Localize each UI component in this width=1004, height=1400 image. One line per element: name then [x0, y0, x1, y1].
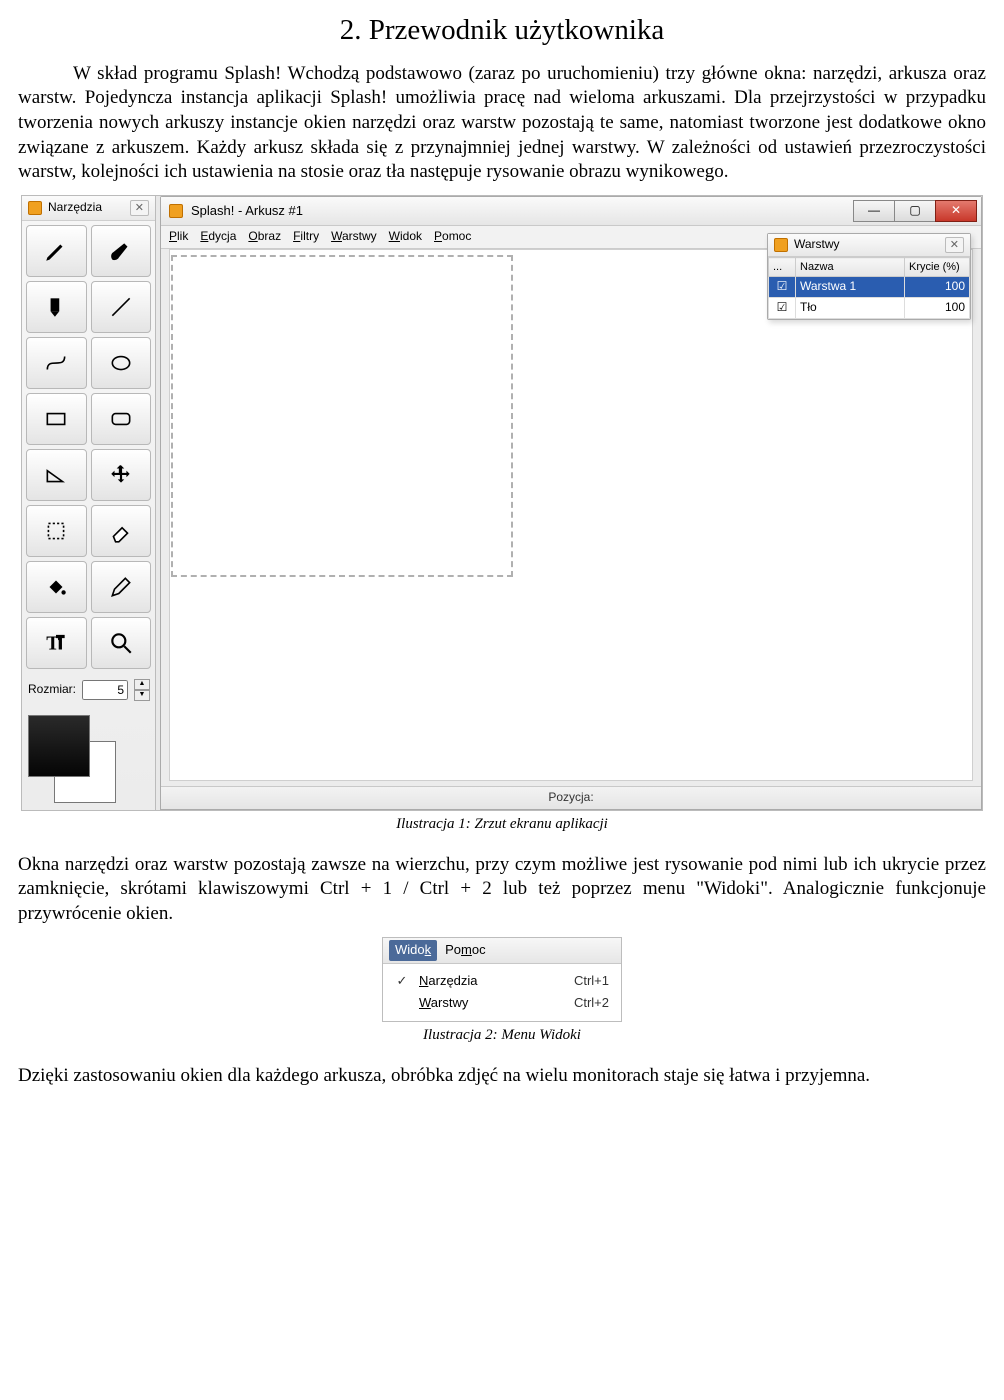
- main-window-title: Splash! - Arkusz #1: [191, 203, 303, 220]
- menu-item-label: Narzędzia: [419, 973, 564, 990]
- size-label: Rozmiar:: [28, 682, 76, 698]
- move-tool[interactable]: [91, 449, 152, 501]
- window-maximize-button[interactable]: ▢: [894, 200, 936, 222]
- paragraph-2: Okna narzędzi oraz warstw pozostają zaws…: [18, 853, 986, 927]
- page-title: 2. Przewodnik użytkownika: [18, 12, 986, 50]
- intro-paragraph: W skład programu Splash! Wchodzą podstaw…: [18, 62, 986, 185]
- layers-panel-close[interactable]: ✕: [945, 237, 964, 253]
- menu-filtry[interactable]: Filtry: [293, 229, 319, 245]
- bucket-tool[interactable]: [26, 561, 87, 613]
- select-tool[interactable]: [26, 505, 87, 557]
- layers-panel: Warstwy ✕ ... Nazwa Krycie (%) ☑Warstwa …: [767, 233, 971, 319]
- polygon-tool[interactable]: [26, 449, 87, 501]
- layer-name: Warstwa 1: [796, 277, 905, 298]
- layers-panel-icon: [774, 238, 788, 252]
- layer-row[interactable]: ☑Tło100: [769, 298, 970, 319]
- layer-opacity: 100: [905, 298, 970, 319]
- picker-tool[interactable]: [91, 561, 152, 613]
- text-tool[interactable]: T: [26, 617, 87, 669]
- layer-row[interactable]: ☑Warstwa 1100: [769, 277, 970, 298]
- layer-visible-checkbox[interactable]: ☑: [769, 277, 796, 298]
- menu-obraz[interactable]: Obraz: [248, 229, 281, 245]
- view-menu-screenshot: Widok Pomoc ✓ Narzędzia Ctrl+1 Warstwy Ctrl+…: [382, 937, 622, 1023]
- menu-pomoc[interactable]: Pomoc: [434, 229, 471, 245]
- menu-widok[interactable]: Widok: [389, 940, 437, 961]
- menu-plik[interactable]: Plik: [169, 229, 188, 245]
- menu-warstwy[interactable]: Warstwy: [331, 229, 377, 245]
- size-input[interactable]: [82, 680, 128, 700]
- menu-widok[interactable]: Widok: [389, 229, 422, 245]
- layer-opacity: 100: [905, 277, 970, 298]
- menu-edycja[interactable]: Edycja: [200, 229, 236, 245]
- layers-panel-title: Warstwy: [794, 237, 840, 253]
- fill-tool[interactable]: [26, 281, 87, 333]
- window-close-button[interactable]: ✕: [935, 200, 977, 222]
- curve-tool[interactable]: [26, 337, 87, 389]
- layers-table: ... Nazwa Krycie (%) ☑Warstwa 1100☑Tło10…: [768, 257, 970, 318]
- layers-col-visible[interactable]: ...: [769, 258, 796, 277]
- tools-palette-title: Narzędzia: [48, 200, 102, 216]
- color-swatches: [28, 715, 118, 805]
- main-window: Splash! - Arkusz #1 — ▢ ✕ Plik Edycja Obra…: [160, 196, 982, 810]
- tools-palette-icon: [28, 201, 42, 215]
- view-menu-header: Widok Pomoc: [383, 938, 621, 964]
- canvas-selection[interactable]: [171, 255, 513, 577]
- layer-name: Tło: [796, 298, 905, 319]
- app-screenshot: Narzędzia ✕ T Rozmiar: ▲ ▼ Splash! - Ark…: [21, 195, 983, 811]
- layers-col-name[interactable]: Nazwa: [796, 258, 905, 277]
- menu-item-shortcut: Ctrl+2: [574, 995, 609, 1012]
- main-window-icon: [169, 204, 183, 218]
- tools-palette-close[interactable]: ✕: [130, 200, 149, 216]
- menu-item-shortcut: Ctrl+1: [574, 973, 609, 990]
- layer-visible-checkbox[interactable]: ☑: [769, 298, 796, 319]
- main-window-titlebar: Splash! - Arkusz #1 — ▢ ✕: [161, 197, 981, 226]
- view-menu-item[interactable]: Warstwy Ctrl+2: [383, 992, 621, 1015]
- layers-col-opacity[interactable]: Krycie (%): [905, 258, 970, 277]
- window-minimize-button[interactable]: —: [853, 200, 895, 222]
- foreground-color-swatch[interactable]: [28, 715, 90, 777]
- eraser-tool[interactable]: [91, 505, 152, 557]
- tools-palette: Narzędzia ✕ T Rozmiar: ▲ ▼: [22, 196, 156, 810]
- pencil-tool[interactable]: [26, 225, 87, 277]
- statusbar-position-label: Pozycja:: [548, 790, 593, 806]
- ellipse-tool[interactable]: [91, 337, 152, 389]
- view-menu-item[interactable]: ✓ Narzędzia Ctrl+1: [383, 970, 621, 993]
- statusbar: Pozycja:: [161, 786, 981, 809]
- figure-2-caption: Ilustracja 2: Menu Widoki: [18, 1026, 986, 1046]
- figure-1-caption: Ilustracja 1: Zrzut ekranu aplikacji: [18, 815, 986, 835]
- rectangle-tool[interactable]: [26, 393, 87, 445]
- menu-check-icon: ✓: [395, 973, 409, 990]
- rounded-rect-tool[interactable]: [91, 393, 152, 445]
- brush-tool[interactable]: [91, 225, 152, 277]
- menu-pomoc[interactable]: Pomoc: [445, 942, 485, 959]
- menu-item-label: Warstwy: [419, 995, 564, 1012]
- line-tool[interactable]: [91, 281, 152, 333]
- layers-panel-header: Warstwy ✕: [768, 234, 970, 257]
- size-spin-down[interactable]: ▼: [134, 690, 150, 701]
- zoom-tool[interactable]: [91, 617, 152, 669]
- size-spin-up[interactable]: ▲: [134, 679, 150, 690]
- paragraph-3: Dzięki zastosowaniu okien dla każdego ar…: [18, 1064, 986, 1089]
- tools-palette-header: Narzędzia ✕: [22, 196, 155, 221]
